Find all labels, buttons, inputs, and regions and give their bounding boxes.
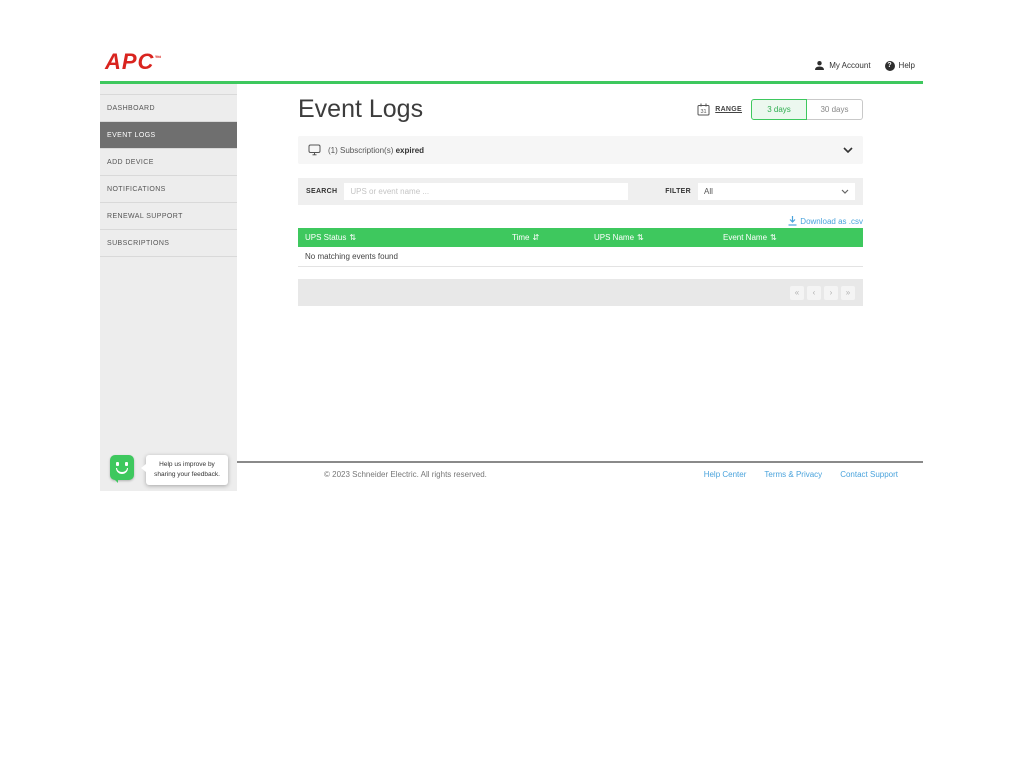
column-header-ups-status[interactable]: UPS Status ⇅ — [298, 233, 512, 242]
sort-icon[interactable]: ⇅ — [770, 233, 777, 242]
my-account-label: My Account — [829, 61, 870, 70]
apc-logo[interactable]: APC™ — [105, 49, 162, 75]
column-header-event-name[interactable]: Event Name ⇅ — [723, 233, 863, 242]
smiley-eye — [125, 462, 128, 466]
first-page-button[interactable]: « — [790, 286, 804, 300]
copyright-text: © 2023 Schneider Electric. All rights re… — [324, 470, 487, 479]
search-label: SEARCH — [306, 188, 337, 195]
download-row: Download as .csv — [298, 214, 863, 228]
main-area: Event Logs 31 RANGE 3 days 30 days — [237, 84, 923, 491]
sidebar-item-notifications[interactable]: NOTIFICATIONS — [100, 176, 237, 203]
download-csv-link[interactable]: Download as .csv — [788, 216, 863, 226]
help-button[interactable]: ? Help — [885, 61, 915, 71]
page-title: Event Logs — [298, 95, 423, 124]
sidebar-item-dashboard[interactable]: DASHBOARD — [100, 95, 237, 122]
banner-text-prefix: (1) Subscription(s) — [328, 146, 396, 155]
smiley-eye — [116, 462, 119, 466]
range-30-days-button[interactable]: 30 days — [807, 99, 863, 120]
title-row: Event Logs 31 RANGE 3 days 30 days — [298, 92, 863, 126]
next-page-button[interactable]: › — [824, 286, 838, 300]
column-label: UPS Name — [594, 233, 634, 242]
previous-page-button[interactable]: ‹ — [807, 286, 821, 300]
bubble-tail — [113, 478, 118, 483]
column-label: Time — [512, 233, 529, 242]
column-header-ups-name[interactable]: UPS Name ⇅ — [594, 233, 723, 242]
filter-label: FILTER — [665, 188, 691, 195]
help-label: Help — [899, 61, 915, 70]
range-3-days-button[interactable]: 3 days — [751, 99, 807, 120]
feedback-widget: Help us improve by sharing your feedback… — [110, 455, 228, 485]
filter-select[interactable]: All — [698, 183, 855, 200]
column-header-time[interactable]: Time ⇵ — [512, 233, 594, 242]
filter-selected-value: All — [704, 187, 713, 196]
range-control: 31 RANGE 3 days 30 days — [697, 99, 863, 120]
help-icon: ? — [885, 61, 895, 71]
sort-icon[interactable]: ⇵ — [532, 233, 539, 242]
column-label: UPS Status — [305, 233, 346, 242]
brand-text: APC — [105, 49, 154, 74]
body-row: DASHBOARD EVENT LOGS ADD DEVICE NOTIFICA… — [100, 84, 923, 491]
chevron-down-icon — [841, 189, 849, 194]
account-area: My Account ? Help — [814, 60, 915, 71]
feedback-tooltip: Help us improve by sharing your feedback… — [146, 455, 228, 485]
contact-support-link[interactable]: Contact Support — [840, 470, 898, 479]
table-empty-message: No matching events found — [298, 247, 863, 267]
svg-text:31: 31 — [701, 109, 707, 115]
subscription-expired-banner[interactable]: (1) Subscription(s) expired — [298, 136, 863, 164]
sort-icon[interactable]: ⇅ — [349, 233, 356, 242]
device-monitor-icon — [308, 144, 321, 156]
feedback-smiley-icon[interactable] — [110, 455, 134, 480]
column-label: Event Name — [723, 233, 767, 242]
my-account-button[interactable]: My Account — [814, 60, 870, 71]
last-page-button[interactable]: » — [841, 286, 855, 300]
content: Event Logs 31 RANGE 3 days 30 days — [237, 84, 923, 306]
sidebar: DASHBOARD EVENT LOGS ADD DEVICE NOTIFICA… — [100, 84, 237, 491]
sidebar-item-event-logs[interactable]: EVENT LOGS — [100, 122, 237, 149]
chevron-down-icon[interactable] — [843, 147, 853, 153]
footer: © 2023 Schneider Electric. All rights re… — [237, 461, 923, 491]
range-label: RANGE — [715, 106, 742, 113]
download-csv-label: Download as .csv — [800, 217, 863, 226]
calendar-icon: 31 — [697, 103, 710, 116]
person-icon — [814, 60, 825, 71]
search-input[interactable] — [344, 183, 628, 200]
smiley-mouth — [116, 468, 128, 474]
range-button-group: 3 days 30 days — [751, 99, 863, 120]
footer-links: Help Center Terms & Privacy Contact Supp… — [704, 470, 898, 479]
sidebar-item-subscriptions[interactable]: SUBSCRIPTIONS — [100, 230, 237, 257]
app-container: APC™ My Account ? Help DASHBOARD EVENT L… — [100, 0, 923, 491]
sidebar-item-add-device[interactable]: ADD DEVICE — [100, 149, 237, 176]
top-bar: APC™ My Account ? Help — [100, 0, 923, 84]
download-icon — [788, 216, 797, 226]
banner-text-bold: expired — [396, 146, 424, 155]
banner-text: (1) Subscription(s) expired — [328, 146, 424, 155]
terms-privacy-link[interactable]: Terms & Privacy — [764, 470, 822, 479]
sort-icon[interactable]: ⇅ — [637, 233, 644, 242]
search-filter-row: SEARCH FILTER All — [298, 178, 863, 205]
pagination-bar: « ‹ › » — [298, 279, 863, 306]
table-header: UPS Status ⇅ Time ⇵ UPS Name ⇅ Event Nam… — [298, 228, 863, 247]
sidebar-item-renewal-support[interactable]: RENEWAL SUPPORT — [100, 203, 237, 230]
sidebar-spacer — [100, 84, 237, 95]
trademark-mark: ™ — [154, 56, 162, 63]
help-center-link[interactable]: Help Center — [704, 470, 747, 479]
